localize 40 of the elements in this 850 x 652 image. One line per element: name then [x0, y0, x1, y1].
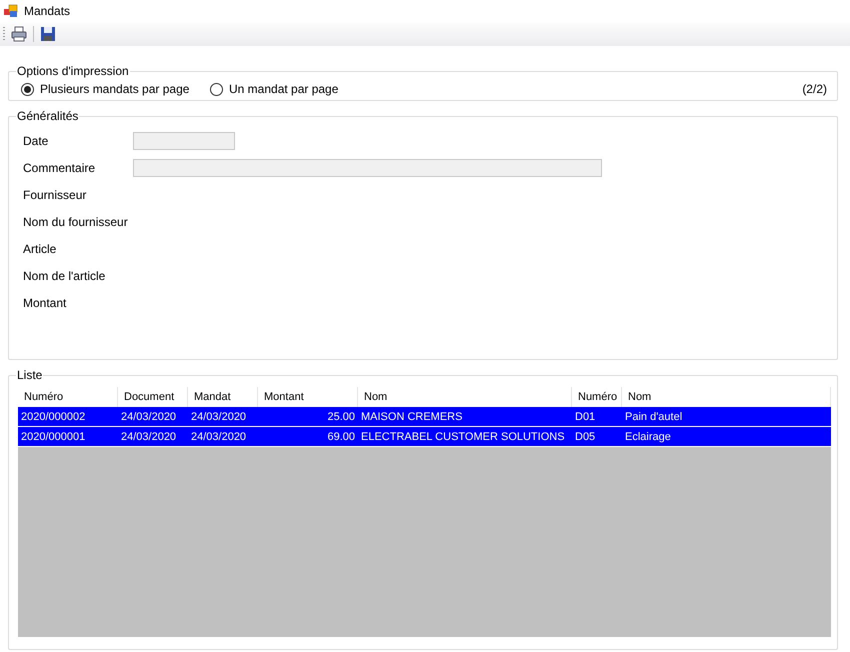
table-row[interactable]: 2020/000002 24/03/2020 24/03/2020 25.00 MAISON CREMERS D01 Pain d'autel: [18, 407, 831, 427]
printer-icon: [11, 26, 27, 42]
table-cell-text: Eclairage: [624, 430, 672, 444]
field-label: Date: [23, 134, 48, 148]
field-label: Commentaire: [23, 160, 96, 174]
input-field[interactable]: [133, 158, 602, 176]
option-label: Un mandat par page: [229, 82, 338, 96]
group-title: Généralités: [16, 109, 80, 123]
radio-option[interactable]: Plusieurs mandats par page: [21, 82, 206, 96]
radio-button[interactable]: [210, 82, 223, 96]
group-title: Options d'impression: [16, 64, 130, 78]
field-label: Montant: [23, 296, 66, 310]
window-title: Mandats: [24, 4, 70, 18]
input-field[interactable]: [133, 132, 235, 150]
option-label: Plusieurs mandats par page: [40, 82, 190, 96]
radio-option[interactable]: Un mandat par page: [210, 82, 395, 96]
table-cell-text: 25.00: [326, 410, 356, 424]
page-counter: (2/2): [802, 82, 827, 96]
radio-button[interactable]: [21, 82, 34, 96]
table-cell-text: 2020/000001: [20, 430, 86, 444]
field-label: Nom du fournisseur: [23, 214, 128, 228]
table-cell-text: Pain d'autel: [624, 410, 684, 424]
table-row[interactable]: 2020/000001 24/03/2020 24/03/2020 69.00 ELECTRABEL CUSTOMER SOLUTIONS D05 Eclairage: [18, 427, 831, 447]
table-cell-text: MAISON CREMERS: [360, 410, 464, 424]
table-cell-text: D05: [574, 430, 596, 444]
group-title: Liste: [16, 368, 44, 382]
table-cell-text: D01: [574, 410, 596, 424]
field-label: Fournisseur: [23, 188, 86, 202]
table-cell-text: 24/03/2020: [120, 410, 178, 424]
table-cell-text: 24/03/2020: [190, 430, 248, 444]
field-label: Nom de l'article: [23, 268, 106, 282]
table-cell-text: 69.00: [326, 430, 356, 444]
print-button[interactable]: [9, 24, 29, 44]
table-cell-text: 24/03/2020: [190, 410, 248, 424]
table-cell-text: 24/03/2020: [120, 430, 178, 444]
app-icon: [4, 4, 18, 18]
field-label: Article: [23, 242, 56, 256]
save-button[interactable]: [38, 24, 58, 44]
table-cell-text: ELECTRABEL CUSTOMER SOLUTIONS: [360, 430, 566, 444]
table-cell-text: 2020/000002: [20, 410, 86, 424]
